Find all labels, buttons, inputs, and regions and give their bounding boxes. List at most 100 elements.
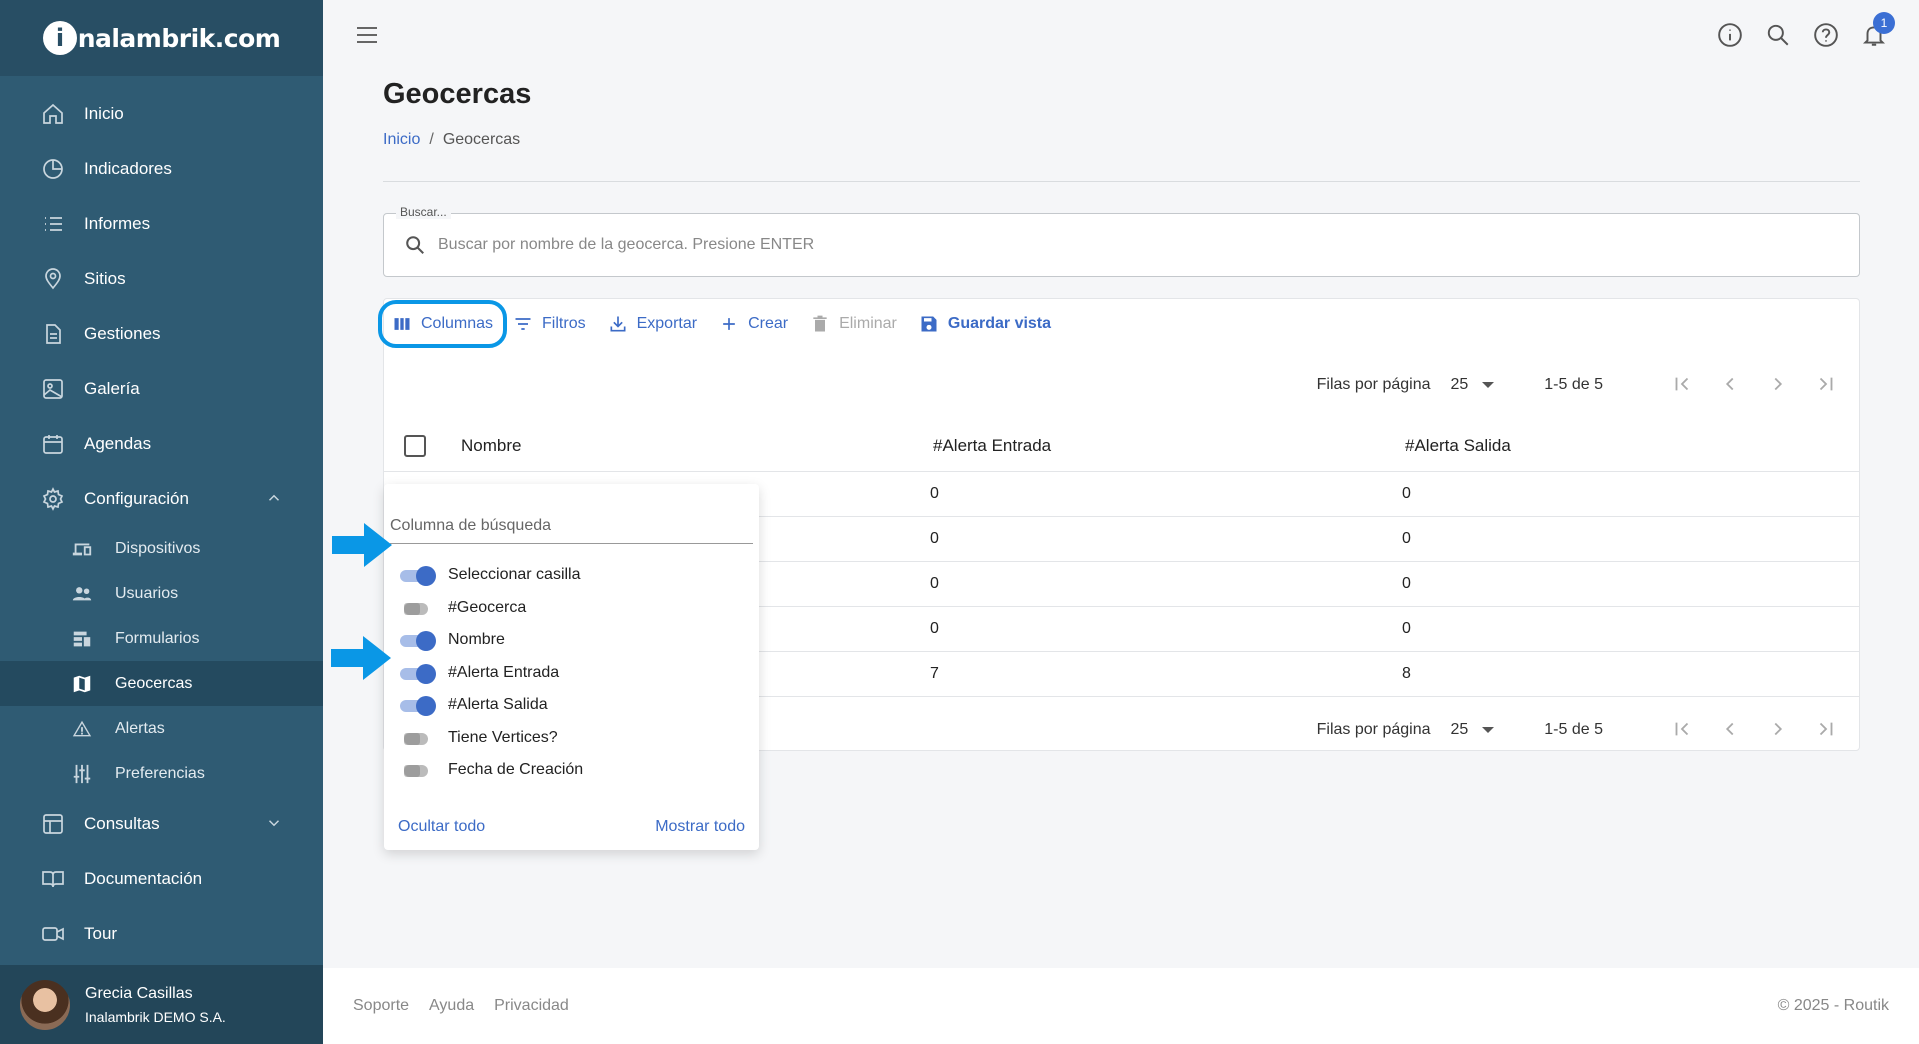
- toggle-switch[interactable]: [398, 663, 436, 684]
- logo-i-icon: i: [42, 21, 77, 55]
- show-all-button[interactable]: Mostrar todo: [655, 818, 745, 836]
- column-toggle-item[interactable]: Fecha de Creación: [398, 754, 583, 787]
- column-toggle-item[interactable]: Tiene Vertices?: [398, 722, 583, 755]
- sidebar-item-label: Galería: [84, 378, 140, 398]
- columns-button-label: Columnas: [421, 315, 494, 332]
- footer-link-privacidad[interactable]: Privacidad: [494, 997, 569, 1015]
- column-toggle-item[interactable]: #Alerta Salida: [398, 689, 583, 722]
- sidebar-item-label: Gestiones: [84, 323, 161, 343]
- breadcrumb-home-link[interactable]: Inicio: [383, 131, 420, 148]
- grid-toolbar: Columnas Filtros Exportar Crear Eliminar…: [377, 299, 1859, 349]
- rows-per-page-select[interactable]: 25: [1450, 376, 1495, 394]
- sidebar-subitem-alertas[interactable]: Alertas: [0, 706, 323, 751]
- sidebar-subitem-geocercas[interactable]: Geocercas: [0, 661, 323, 706]
- help-icon[interactable]: [1813, 22, 1839, 48]
- cell-alerta-entrada: 0: [930, 575, 939, 592]
- cell-alerta-salida: 0: [1402, 575, 1411, 592]
- toggle-switch[interactable]: [398, 695, 436, 717]
- delete-button[interactable]: Eliminar: [802, 304, 905, 344]
- sidebar-item-sitios[interactable]: Sitios: [0, 251, 323, 306]
- toggle-switch[interactable]: [398, 760, 436, 780]
- column-header-alerta-salida[interactable]: #Alerta Salida: [1405, 436, 1511, 456]
- footer-link-soporte[interactable]: Soporte: [353, 997, 409, 1015]
- prev-page-icon[interactable]: [1719, 373, 1743, 397]
- column-toggle-item[interactable]: Nombre: [398, 624, 583, 657]
- calendar-icon: [40, 431, 66, 457]
- notification-badge: 1: [1873, 12, 1895, 34]
- toggle-switch[interactable]: [398, 728, 436, 748]
- next-page-icon[interactable]: [1767, 718, 1791, 742]
- first-page-icon[interactable]: [1671, 373, 1695, 397]
- chevron-up-icon[interactable]: [265, 489, 283, 507]
- select-all-checkbox[interactable]: [404, 435, 426, 457]
- sidebar-item-configuracion[interactable]: Configuración: [0, 471, 323, 526]
- search-icon[interactable]: [1765, 22, 1791, 48]
- footer-link-ayuda[interactable]: Ayuda: [429, 997, 474, 1015]
- column-toggle-item[interactable]: #Geocerca: [398, 592, 583, 625]
- save-view-button-label: Guardar vista: [947, 315, 1052, 332]
- last-page-icon[interactable]: [1815, 373, 1839, 397]
- sidebar-subitem-label: Formularios: [115, 629, 200, 647]
- column-header-alerta-entrada[interactable]: #Alerta Entrada: [933, 436, 1405, 456]
- document-icon: [40, 321, 66, 347]
- last-page-icon[interactable]: [1815, 718, 1839, 742]
- caret-down-icon: [1482, 382, 1495, 388]
- gear-icon: [40, 486, 66, 512]
- hamburger-menu-icon[interactable]: [355, 24, 379, 46]
- toggle-switch[interactable]: [398, 630, 436, 652]
- sidebar-item-gestiones[interactable]: Gestiones: [0, 306, 323, 361]
- table-icon: [40, 811, 66, 837]
- sidebar-item-informes[interactable]: Informes: [0, 196, 323, 251]
- toggle-switch[interactable]: [398, 598, 436, 618]
- column-toggle-item[interactable]: Seleccionar casilla: [398, 559, 583, 592]
- bell-icon[interactable]: 1: [1861, 12, 1895, 48]
- sidebar-subitem-formularios[interactable]: Formularios: [0, 616, 323, 661]
- users-icon: [70, 582, 94, 606]
- hide-all-button[interactable]: Ocultar todo: [398, 818, 485, 836]
- sidebar-subitem-dispositivos[interactable]: Dispositivos: [0, 526, 323, 571]
- sidebar-item-agendas[interactable]: Agendas: [0, 416, 323, 471]
- next-page-icon[interactable]: [1767, 373, 1791, 397]
- chevron-down-icon[interactable]: [265, 814, 283, 832]
- rows-per-page-select[interactable]: 25: [1450, 721, 1495, 739]
- breadcrumb-separator: /: [429, 131, 434, 148]
- first-page-icon[interactable]: [1671, 718, 1695, 742]
- user-profile[interactable]: Grecia Casillas Inalambrik DEMO S.A.: [0, 965, 323, 1044]
- sidebar-item-documentacion[interactable]: Documentación: [0, 851, 323, 906]
- column-search-input[interactable]: [390, 508, 753, 544]
- sidebar-item-galeria[interactable]: Galería: [0, 361, 323, 416]
- sidebar: i nalambrik.com Inicio Indicadores Inform…: [0, 0, 323, 1044]
- logo-text: nalambrik.com: [77, 23, 281, 53]
- sidebar-item-label: Agendas: [84, 433, 152, 453]
- filters-button[interactable]: Filtros: [505, 304, 594, 344]
- info-icon[interactable]: [1717, 22, 1743, 48]
- columns-button[interactable]: Columnas: [377, 300, 508, 348]
- sidebar-item-inicio[interactable]: Inicio: [0, 86, 323, 141]
- prev-page-icon[interactable]: [1719, 718, 1743, 742]
- create-button[interactable]: Crear: [711, 304, 796, 344]
- column-toggle-item[interactable]: #Alerta Entrada: [398, 657, 583, 690]
- sliders-icon: [70, 762, 94, 786]
- sidebar-item-indicadores[interactable]: Indicadores: [0, 141, 323, 196]
- sidebar-subitem-usuarios[interactable]: Usuarios: [0, 571, 323, 616]
- sidebar-item-label: Configuración: [84, 488, 189, 508]
- columns-icon: [394, 318, 410, 330]
- column-toggle-label: #Alerta Salida: [448, 696, 548, 714]
- cell-alerta-entrada: 0: [930, 620, 939, 637]
- export-button[interactable]: Exportar: [600, 304, 705, 344]
- sidebar-item-consultas[interactable]: Consultas: [0, 796, 323, 851]
- sidebar-item-label: Informes: [84, 213, 151, 233]
- column-toggle-label: Seleccionar casilla: [448, 566, 581, 584]
- column-header-nombre[interactable]: Nombre: [461, 436, 933, 456]
- sidebar-item-label: Tour: [84, 923, 118, 943]
- brand-logo[interactable]: i nalambrik.com: [42, 21, 281, 55]
- column-toggle-label: #Geocerca: [448, 598, 527, 616]
- cell-alerta-entrada: 0: [930, 530, 939, 547]
- save-icon: [921, 316, 937, 332]
- sidebar-item-tour[interactable]: Tour: [0, 906, 323, 961]
- home-icon: [40, 101, 66, 127]
- search-input[interactable]: [438, 214, 1818, 276]
- toggle-switch[interactable]: [398, 565, 436, 587]
- sidebar-subitem-preferencias[interactable]: Preferencias: [0, 751, 323, 796]
- save-view-button[interactable]: Guardar vista: [911, 304, 1059, 344]
